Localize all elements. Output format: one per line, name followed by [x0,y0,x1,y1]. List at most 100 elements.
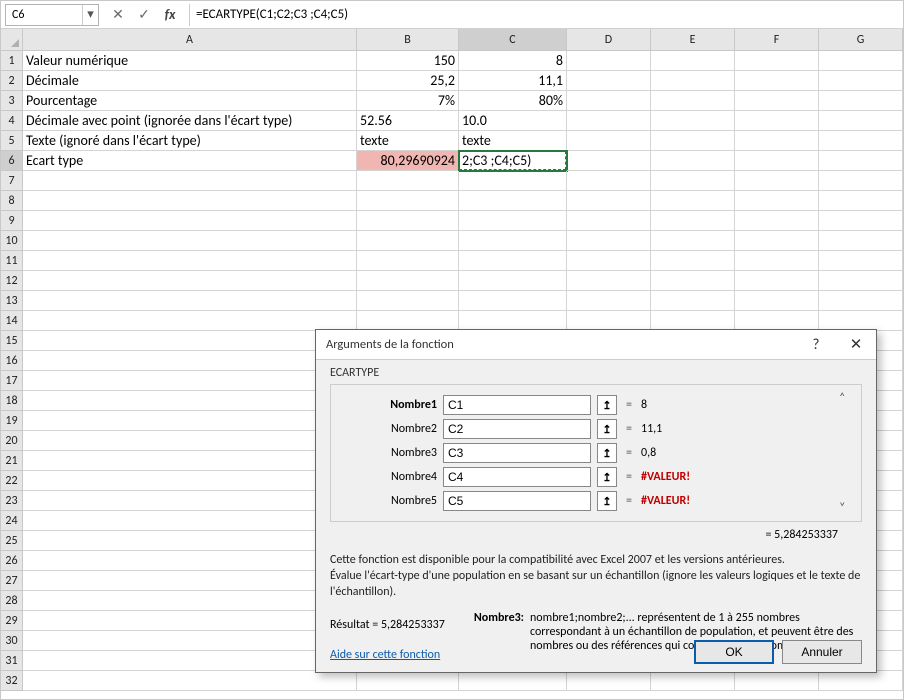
cell-A31[interactable] [23,651,357,671]
cell-E4[interactable] [651,111,735,131]
cell-A32[interactable] [23,671,357,691]
scroll-down-icon[interactable]: ˅ [839,501,853,515]
cell-C9[interactable] [459,211,567,231]
cell-F9[interactable] [735,211,819,231]
row-header-6[interactable]: 6 [1,151,23,171]
cell-D5[interactable] [567,131,651,151]
cell-F32[interactable] [735,671,819,691]
cell-D6[interactable] [567,151,651,171]
cell-A7[interactable] [23,171,357,191]
cell-B13[interactable] [357,291,459,311]
cell-F14[interactable] [735,311,819,331]
cell-G4[interactable] [819,111,903,131]
cell-C4[interactable]: 10.0 [459,111,567,131]
cell-F7[interactable] [735,171,819,191]
cell-A27[interactable] [23,571,357,591]
cell-A10[interactable] [23,231,357,251]
formula-bar-input[interactable]: =ECARTYPE(C1;C2;C3 ;C4;C5) [189,4,899,26]
cell-G1[interactable] [819,51,903,71]
row-header-25[interactable]: 25 [1,531,23,551]
row-header-16[interactable]: 16 [1,351,23,371]
cancel-edit-icon[interactable]: ✕ [109,6,127,23]
cell-E12[interactable] [651,271,735,291]
row-header-4[interactable]: 4 [1,111,23,131]
arg-input-2[interactable] [443,419,591,439]
collapse-dialog-icon[interactable]: ↥ [597,443,617,463]
row-header-12[interactable]: 12 [1,271,23,291]
cell-C14[interactable] [459,311,567,331]
cell-E5[interactable] [651,131,735,151]
column-header-C[interactable]: C [459,29,567,51]
cell-G2[interactable] [819,71,903,91]
cell-G10[interactable] [819,231,903,251]
cell-B1[interactable]: 150 [357,51,459,71]
cell-C13[interactable] [459,291,567,311]
column-header-B[interactable]: B [357,29,459,51]
cell-A11[interactable] [23,251,357,271]
cell-C32[interactable] [459,671,567,691]
cell-D7[interactable] [567,171,651,191]
cell-D8[interactable] [567,191,651,211]
cell-A5[interactable]: Texte (ignoré dans l'écart type) [23,131,357,151]
cell-E10[interactable] [651,231,735,251]
cell-B2[interactable]: 25,2 [357,71,459,91]
name-box-dropdown-icon[interactable]: ▾ [82,5,98,25]
row-header-23[interactable]: 23 [1,491,23,511]
cell-A22[interactable] [23,471,357,491]
cell-G9[interactable] [819,211,903,231]
cell-A17[interactable] [23,371,357,391]
cell-F6[interactable] [735,151,819,171]
row-header-15[interactable]: 15 [1,331,23,351]
cell-B10[interactable] [357,231,459,251]
cell-F11[interactable] [735,251,819,271]
row-header-32[interactable]: 32 [1,671,23,691]
row-header-10[interactable]: 10 [1,231,23,251]
cell-F8[interactable] [735,191,819,211]
cell-C5[interactable]: texte [459,131,567,151]
cell-F1[interactable] [735,51,819,71]
row-header-28[interactable]: 28 [1,591,23,611]
cell-G3[interactable] [819,91,903,111]
cell-B12[interactable] [357,271,459,291]
row-header-30[interactable]: 30 [1,631,23,651]
cell-B11[interactable] [357,251,459,271]
column-header-F[interactable]: F [735,29,819,51]
cell-E14[interactable] [651,311,735,331]
cell-D11[interactable] [567,251,651,271]
cell-F10[interactable] [735,231,819,251]
cell-F3[interactable] [735,91,819,111]
cell-G7[interactable] [819,171,903,191]
cell-D1[interactable] [567,51,651,71]
cell-E2[interactable] [651,71,735,91]
cell-A16[interactable] [23,351,357,371]
cell-A2[interactable]: Décimale [23,71,357,91]
cell-C12[interactable] [459,271,567,291]
row-header-17[interactable]: 17 [1,371,23,391]
cell-C8[interactable] [459,191,567,211]
cell-A21[interactable] [23,451,357,471]
row-header-7[interactable]: 7 [1,171,23,191]
row-header-24[interactable]: 24 [1,511,23,531]
row-header-18[interactable]: 18 [1,391,23,411]
cell-A20[interactable] [23,431,357,451]
cell-B4[interactable]: 52.56 [357,111,459,131]
cancel-button[interactable]: Annuler [782,640,862,664]
help-icon[interactable]: ? [796,336,836,354]
cell-D2[interactable] [567,71,651,91]
select-all-button[interactable] [1,29,23,51]
cell-A18[interactable] [23,391,357,411]
ok-button[interactable]: OK [694,640,774,664]
cell-D9[interactable] [567,211,651,231]
cell-F2[interactable] [735,71,819,91]
cell-C1[interactable]: 8 [459,51,567,71]
collapse-dialog-icon[interactable]: ↥ [597,395,617,415]
row-header-21[interactable]: 21 [1,451,23,471]
cell-E1[interactable] [651,51,735,71]
row-header-9[interactable]: 9 [1,211,23,231]
row-header-14[interactable]: 14 [1,311,23,331]
cell-A14[interactable] [23,311,357,331]
cell-C3[interactable]: 80% [459,91,567,111]
cell-D4[interactable] [567,111,651,131]
cell-B14[interactable] [357,311,459,331]
column-header-A[interactable]: A [23,29,357,51]
